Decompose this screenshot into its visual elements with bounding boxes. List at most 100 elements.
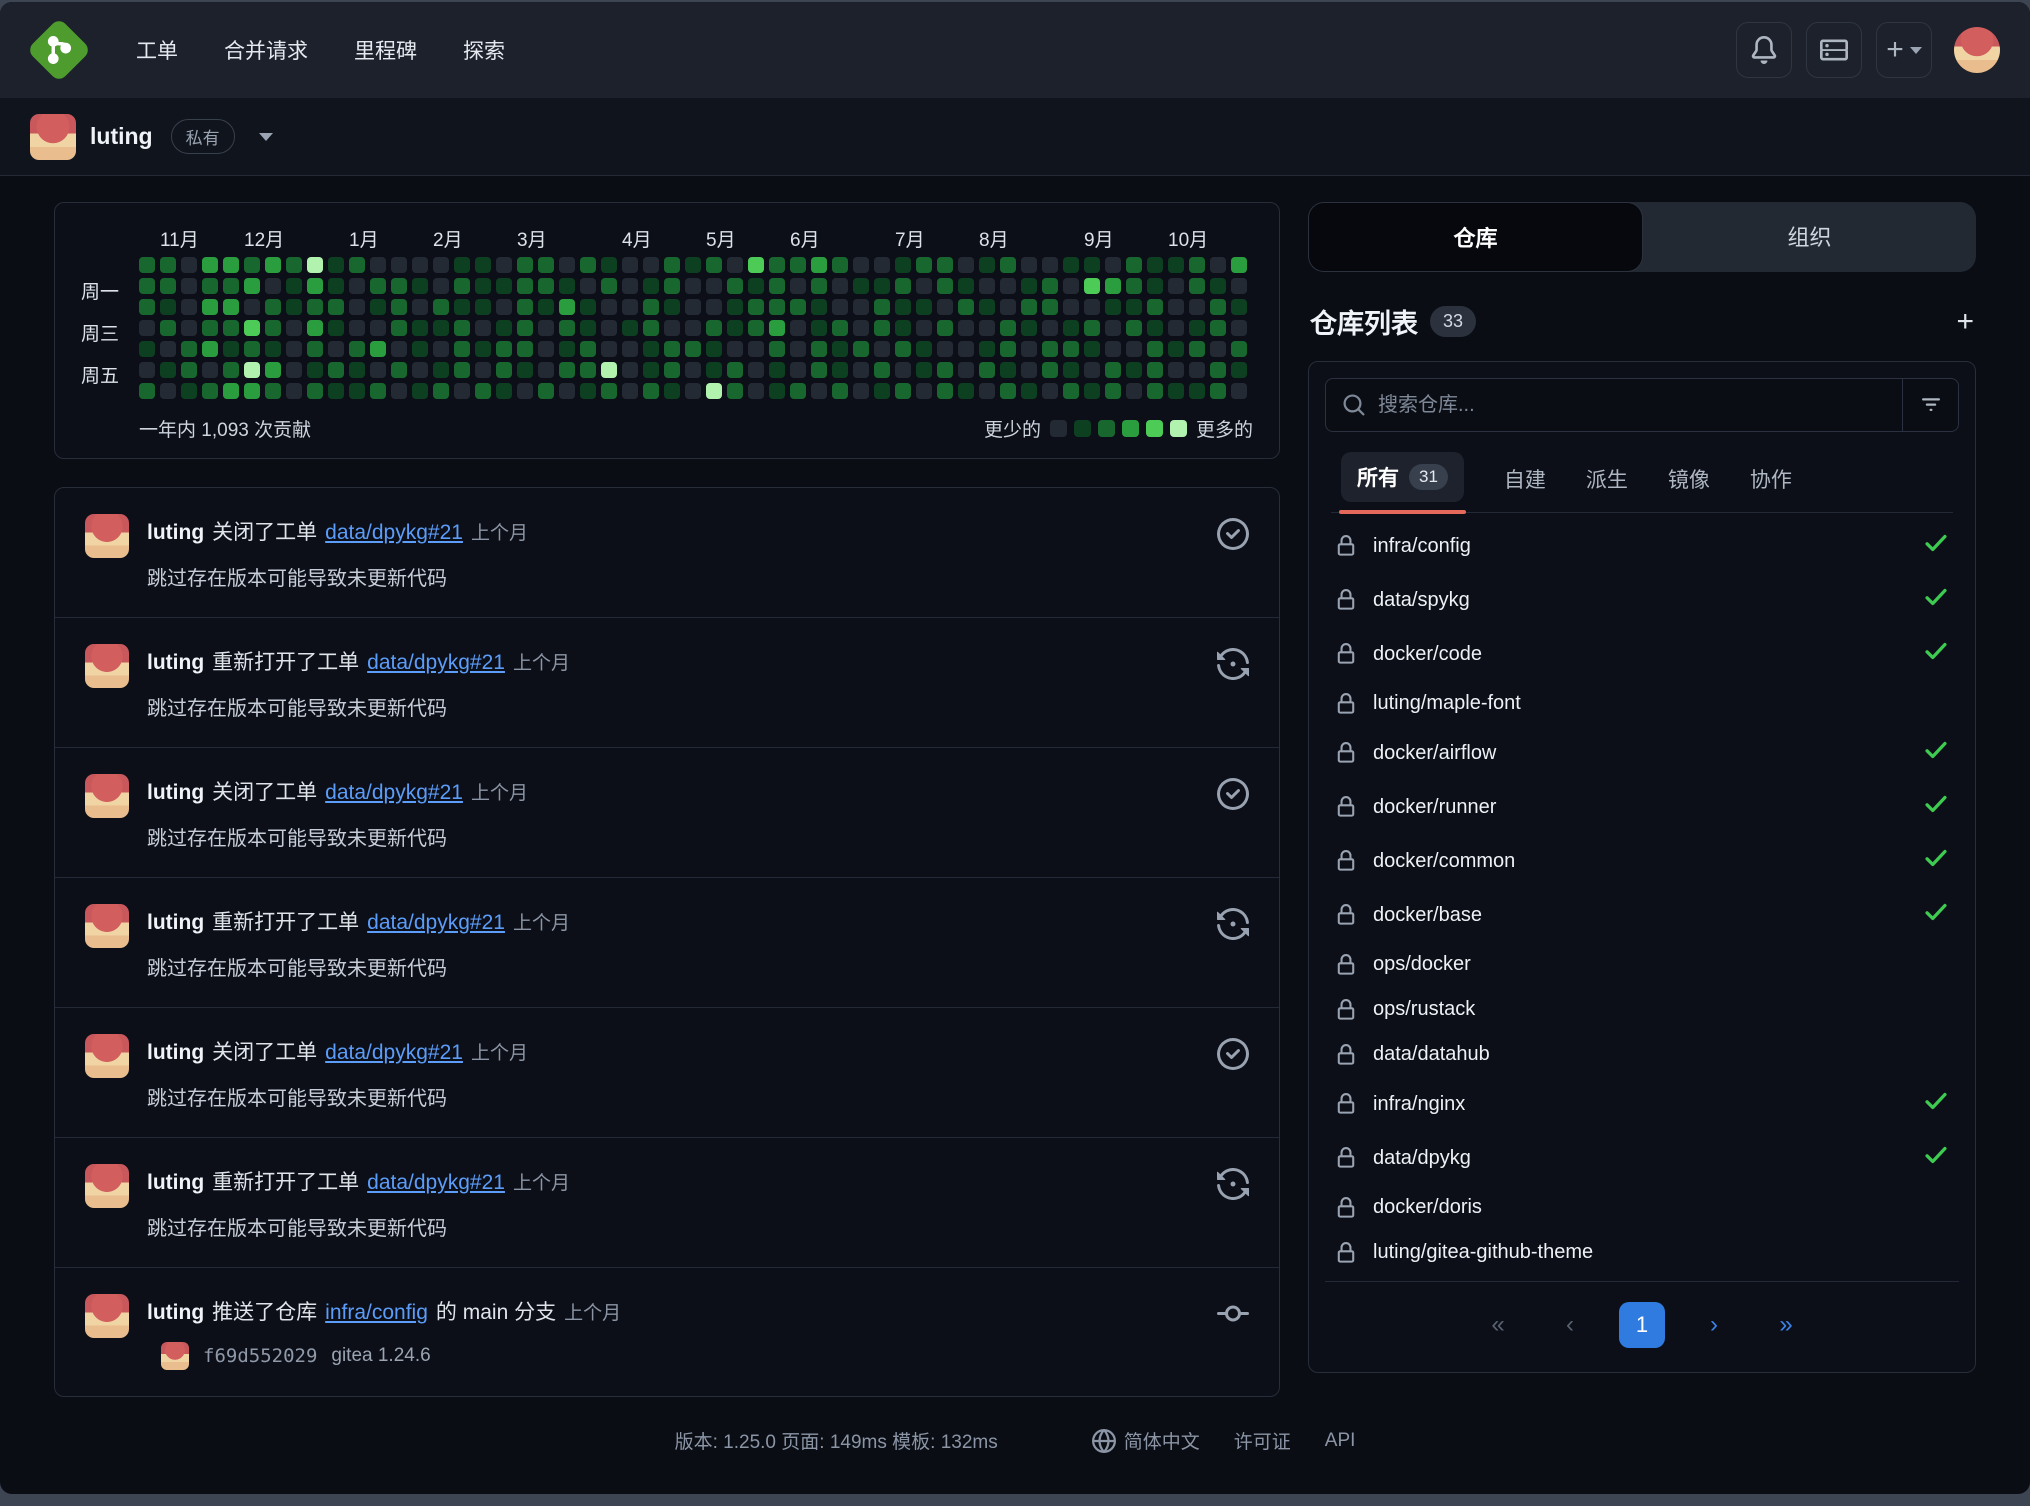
heatmap-cell[interactable] xyxy=(181,257,197,273)
heatmap-cell[interactable] xyxy=(496,341,512,357)
heatmap-cell[interactable] xyxy=(538,383,554,399)
feed-target-link[interactable]: data/dpykg#21 xyxy=(367,911,505,935)
heatmap-cell[interactable] xyxy=(1231,341,1247,357)
heatmap-cell[interactable] xyxy=(454,299,470,315)
heatmap-cell[interactable] xyxy=(622,320,638,336)
heatmap-cell[interactable] xyxy=(433,320,449,336)
feed-target-link[interactable]: data/dpykg#21 xyxy=(367,1171,505,1195)
heatmap-cell[interactable] xyxy=(958,278,974,294)
heatmap-cell[interactable] xyxy=(1231,362,1247,378)
repo-name[interactable]: ops/docker xyxy=(1373,953,1949,976)
feed-target-link[interactable]: data/dpykg#21 xyxy=(367,651,505,675)
heatmap-cell[interactable] xyxy=(391,383,407,399)
heatmap-cell[interactable] xyxy=(1210,362,1226,378)
heatmap-cell[interactable] xyxy=(538,299,554,315)
heatmap-cell[interactable] xyxy=(790,362,806,378)
heatmap-cell[interactable] xyxy=(979,257,995,273)
heatmap-cell[interactable] xyxy=(433,257,449,273)
heatmap-cell[interactable] xyxy=(370,278,386,294)
heatmap-cell[interactable] xyxy=(685,299,701,315)
heatmap-cell[interactable] xyxy=(601,362,617,378)
heatmap-cell[interactable] xyxy=(1168,257,1184,273)
heatmap-cell[interactable] xyxy=(643,383,659,399)
heatmap-cell[interactable] xyxy=(1000,362,1016,378)
heatmap-cell[interactable] xyxy=(1168,362,1184,378)
heatmap-cell[interactable] xyxy=(748,362,764,378)
heatmap-cell[interactable] xyxy=(958,299,974,315)
feed-username[interactable]: luting xyxy=(147,911,204,935)
heatmap-cell[interactable] xyxy=(706,341,722,357)
heatmap-cell[interactable] xyxy=(937,383,953,399)
heatmap-cell[interactable] xyxy=(853,278,869,294)
heatmap-cell[interactable] xyxy=(769,362,785,378)
heatmap-cell[interactable] xyxy=(244,362,260,378)
heatmap-cell[interactable] xyxy=(181,299,197,315)
heatmap-cell[interactable] xyxy=(181,278,197,294)
heatmap-cell[interactable] xyxy=(1000,278,1016,294)
heatmap-cell[interactable] xyxy=(622,383,638,399)
heatmap-cell[interactable] xyxy=(601,320,617,336)
heatmap-cell[interactable] xyxy=(769,299,785,315)
heatmap-cell[interactable] xyxy=(307,278,323,294)
profile-dropdown-caret[interactable] xyxy=(259,133,273,141)
feed-avatar[interactable] xyxy=(85,774,129,818)
repo-row[interactable]: ops/rustack xyxy=(1325,987,1959,1032)
heatmap-cell[interactable] xyxy=(1084,341,1100,357)
heatmap-cell[interactable] xyxy=(139,278,155,294)
heatmap-cell[interactable] xyxy=(307,383,323,399)
heatmap-cell[interactable] xyxy=(580,341,596,357)
heatmap-cell[interactable] xyxy=(664,383,680,399)
heatmap-cell[interactable] xyxy=(1168,341,1184,357)
heatmap-cell[interactable] xyxy=(832,362,848,378)
heatmap-cell[interactable] xyxy=(370,341,386,357)
heatmap-cell[interactable] xyxy=(958,362,974,378)
heatmap-cell[interactable] xyxy=(517,362,533,378)
repo-row[interactable]: docker/doris xyxy=(1325,1185,1959,1230)
heatmap-cell[interactable] xyxy=(244,257,260,273)
feed-username[interactable]: luting xyxy=(147,1301,204,1325)
heatmap-cell[interactable] xyxy=(1126,278,1142,294)
heatmap-cell[interactable] xyxy=(349,383,365,399)
repo-row[interactable]: luting/gitea-github-theme xyxy=(1325,1230,1959,1275)
heatmap-cell[interactable] xyxy=(622,341,638,357)
heatmap-cell[interactable] xyxy=(790,257,806,273)
heatmap-cell[interactable] xyxy=(895,362,911,378)
heatmap-cell[interactable] xyxy=(538,341,554,357)
heatmap-cell[interactable] xyxy=(475,362,491,378)
feed-username[interactable]: luting xyxy=(147,521,204,545)
heatmap-cell[interactable] xyxy=(622,278,638,294)
heatmap-cell[interactable] xyxy=(811,341,827,357)
heatmap-cell[interactable] xyxy=(622,299,638,315)
heatmap-cell[interactable] xyxy=(958,383,974,399)
heatmap-cell[interactable] xyxy=(517,299,533,315)
heatmap-cell[interactable] xyxy=(1084,299,1100,315)
heatmap-cell[interactable] xyxy=(1210,257,1226,273)
heatmap-cell[interactable] xyxy=(685,341,701,357)
heatmap-cell[interactable] xyxy=(202,383,218,399)
heatmap-cell[interactable] xyxy=(244,278,260,294)
heatmap-cell[interactable] xyxy=(202,320,218,336)
heatmap-cell[interactable] xyxy=(874,362,890,378)
nav-link[interactable]: 探索 xyxy=(463,35,505,65)
heatmap-cell[interactable] xyxy=(706,257,722,273)
heatmap-cell[interactable] xyxy=(811,278,827,294)
repo-search-input[interactable] xyxy=(1378,394,1886,417)
feed-target-link[interactable]: data/dpykg#21 xyxy=(325,1041,463,1065)
heatmap-cell[interactable] xyxy=(874,299,890,315)
heatmap-cell[interactable] xyxy=(727,320,743,336)
heatmap-cell[interactable] xyxy=(1000,299,1016,315)
repo-name[interactable]: data/datahub xyxy=(1373,1043,1949,1066)
repo-row[interactable]: data/spykg xyxy=(1325,573,1959,627)
heatmap-cell[interactable] xyxy=(160,257,176,273)
heatmap-cell[interactable] xyxy=(181,362,197,378)
heatmap-cell[interactable] xyxy=(853,341,869,357)
repo-row[interactable]: docker/base xyxy=(1325,888,1959,942)
heatmap-cell[interactable] xyxy=(202,257,218,273)
heatmap-cell[interactable] xyxy=(643,341,659,357)
heatmap-cell[interactable] xyxy=(181,341,197,357)
heatmap-cell[interactable] xyxy=(832,257,848,273)
heatmap-cell[interactable] xyxy=(1189,341,1205,357)
heatmap-cell[interactable] xyxy=(769,278,785,294)
heatmap-cell[interactable] xyxy=(643,278,659,294)
heatmap-cell[interactable] xyxy=(664,362,680,378)
